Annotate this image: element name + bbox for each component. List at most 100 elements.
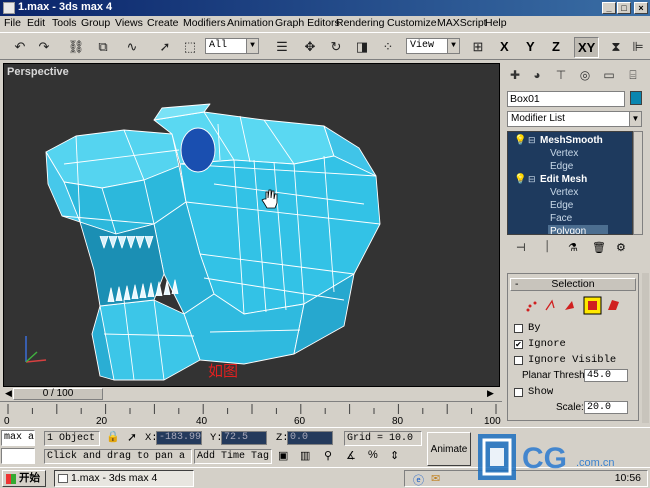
menu-customize[interactable]: Customize <box>387 17 437 29</box>
planar-thresh-spinner[interactable]: 45.0 <box>584 369 628 382</box>
select-region-icon[interactable]: ⬚ <box>180 37 200 57</box>
close-button[interactable]: × <box>634 2 648 14</box>
menu-edit[interactable]: Edit <box>27 17 45 29</box>
percent-snap-icon[interactable]: % <box>368 449 378 461</box>
minimize-button[interactable]: _ <box>602 2 616 14</box>
remove-modifier-icon[interactable]: 🗑 <box>592 241 606 254</box>
y-coord-field[interactable]: 72.5 <box>221 431 267 445</box>
undo-icon[interactable]: ↶ <box>10 37 30 57</box>
create-tab-icon[interactable]: ✚ <box>506 65 524 85</box>
axis-z-button[interactable]: Z <box>552 39 560 54</box>
ignore-backfacing-checkbox[interactable]: ✔ <box>514 340 523 349</box>
make-unique-icon[interactable]: ⚗ <box>568 241 578 254</box>
menu-animation[interactable]: Animation <box>227 17 274 29</box>
select-icon[interactable]: ➚ <box>155 37 175 57</box>
taskbar-item-3dsmax[interactable]: 1.max - 3ds max 4 <box>54 470 194 487</box>
menu-graph-editors[interactable]: Graph Editors <box>275 17 340 29</box>
stack-sub-polygon[interactable]: Polygon <box>548 225 608 234</box>
mirror-icon[interactable]: ⧗ <box>606 37 626 57</box>
maximize-button[interactable]: □ <box>617 2 631 14</box>
align-icon[interactable]: ⊫ <box>628 37 648 57</box>
outlook-icon[interactable]: ✉ <box>431 472 440 485</box>
motion-tab-icon[interactable]: ◎ <box>576 65 594 85</box>
menu-rendering[interactable]: Rendering <box>336 17 384 29</box>
redo-icon[interactable]: ↷ <box>34 37 54 57</box>
face-level-icon[interactable] <box>565 301 574 310</box>
z-coord-field[interactable]: 0.0 <box>287 431 333 445</box>
lightbulb-icon[interactable]: 💡 <box>514 173 526 186</box>
stack-scrollbar[interactable] <box>633 131 643 235</box>
axis-x-button[interactable]: X <box>500 39 509 54</box>
lightbulb-icon[interactable]: 💡 <box>514 134 526 147</box>
slider-right-arrow-icon[interactable]: ▶ <box>487 388 494 399</box>
vertex-level-icon[interactable] <box>526 301 537 312</box>
stack-sub-edge[interactable]: Edge <box>550 199 573 212</box>
ignore-visible-checkbox[interactable] <box>514 356 523 365</box>
modifier-list-dropdown[interactable]: Modifier List ▼ <box>507 111 642 127</box>
absolute-mode-icon[interactable]: ➚ <box>127 430 137 444</box>
modify-tab-icon[interactable]: ◕ <box>528 65 546 85</box>
ie-icon[interactable]: ⓔ <box>413 472 424 488</box>
configure-sets-icon[interactable]: ⚙ <box>616 241 626 254</box>
axis-y-button[interactable]: Y <box>526 39 535 54</box>
pin-stack-icon[interactable]: ⊣ <box>516 241 526 254</box>
lock-icon[interactable]: 🔒 <box>106 430 120 443</box>
stack-sub-edge[interactable]: Edge <box>550 160 573 173</box>
object-color-swatch[interactable] <box>630 91 642 105</box>
scale-spinner[interactable]: 20.0 <box>584 401 628 414</box>
stack-item-edit-mesh[interactable]: Edit Mesh <box>540 173 587 186</box>
snaps-toggle-icon[interactable]: ⚲ <box>324 449 332 462</box>
start-button[interactable]: 开始 <box>2 470 46 487</box>
crossing-icon[interactable]: ▥ <box>300 449 310 462</box>
maxscript-listener[interactable]: max a <box>1 430 35 446</box>
snap-icon[interactable]: ⁘ <box>378 37 398 57</box>
stack-item-meshsmooth[interactable]: MeshSmooth <box>540 134 603 147</box>
perspective-viewport[interactable]: Perspective 如图 <box>3 63 500 387</box>
stack-sub-face[interactable]: Face <box>550 212 572 225</box>
menu-views[interactable]: Views <box>115 17 143 29</box>
pivot-icon[interactable]: ⊞ <box>468 37 488 57</box>
menu-help[interactable]: Help <box>485 17 507 29</box>
maxscript-input[interactable] <box>1 448 35 464</box>
selection-filter-dropdown[interactable]: All ▼ <box>205 38 259 54</box>
menu-group[interactable]: Group <box>81 17 110 29</box>
spinner-snap-icon[interactable]: ⇕ <box>390 449 399 462</box>
modifier-stack[interactable]: 💡 ⊟ MeshSmooth Vertex Edge 💡 ⊟ Edit Mesh… <box>507 131 633 235</box>
track-bar[interactable]: 0 20 40 60 80 100 <box>0 401 502 427</box>
command-panel-scrollbar[interactable] <box>642 273 649 423</box>
bind-spacewarp-icon[interactable]: ∿ <box>122 37 142 57</box>
collapse-icon[interactable]: ⊟ <box>528 173 536 186</box>
move-icon[interactable]: ✥ <box>300 37 320 57</box>
show-normals-checkbox[interactable] <box>514 388 523 397</box>
polygon-level-icon[interactable] <box>583 296 602 315</box>
rotate-icon[interactable]: ↻ <box>326 37 346 57</box>
menu-tools[interactable]: Tools <box>52 17 77 29</box>
select-by-name-icon[interactable]: ☰ <box>272 37 292 57</box>
element-level-icon[interactable] <box>608 300 619 310</box>
angle-snap-icon[interactable]: ∡ <box>346 449 356 462</box>
keyboard-shortcut-icon[interactable]: ▣ <box>278 449 288 462</box>
reference-coord-dropdown[interactable]: View ▼ <box>406 38 460 54</box>
add-time-tag[interactable]: Add Time Tag <box>194 449 272 464</box>
stack-sub-vertex[interactable]: Vertex <box>550 186 578 199</box>
object-name-field[interactable]: Box01 <box>507 91 625 107</box>
animate-button[interactable]: Animate <box>427 432 471 466</box>
menu-create[interactable]: Create <box>147 17 179 29</box>
utilities-tab-icon[interactable]: ⌸ <box>624 65 642 85</box>
axis-xy-button[interactable]: XY <box>574 37 600 58</box>
rollout-header[interactable]: - Selection <box>510 278 636 291</box>
scale-icon[interactable]: ◨ <box>352 37 372 57</box>
show-end-result-icon[interactable]: ⏐ <box>544 241 550 254</box>
display-tab-icon[interactable]: ▭ <box>600 65 618 85</box>
menu-modifiers[interactable]: Modifiers <box>183 17 226 29</box>
mesh-model[interactable] <box>4 64 501 388</box>
time-slider[interactable]: 0 / 100 <box>13 388 103 400</box>
x-coord-field[interactable]: -183.99 <box>156 431 202 445</box>
collapse-icon[interactable]: ⊟ <box>528 134 536 147</box>
rollout-collapse-toggle[interactable]: - <box>515 279 519 290</box>
link-icon[interactable]: ⛓ <box>66 37 86 57</box>
hierarchy-tab-icon[interactable]: ⊤ <box>552 65 570 85</box>
menu-maxscript[interactable]: MAXScript <box>437 17 487 29</box>
menu-file[interactable]: File <box>4 17 21 29</box>
stack-sub-vertex[interactable]: Vertex <box>550 147 578 160</box>
